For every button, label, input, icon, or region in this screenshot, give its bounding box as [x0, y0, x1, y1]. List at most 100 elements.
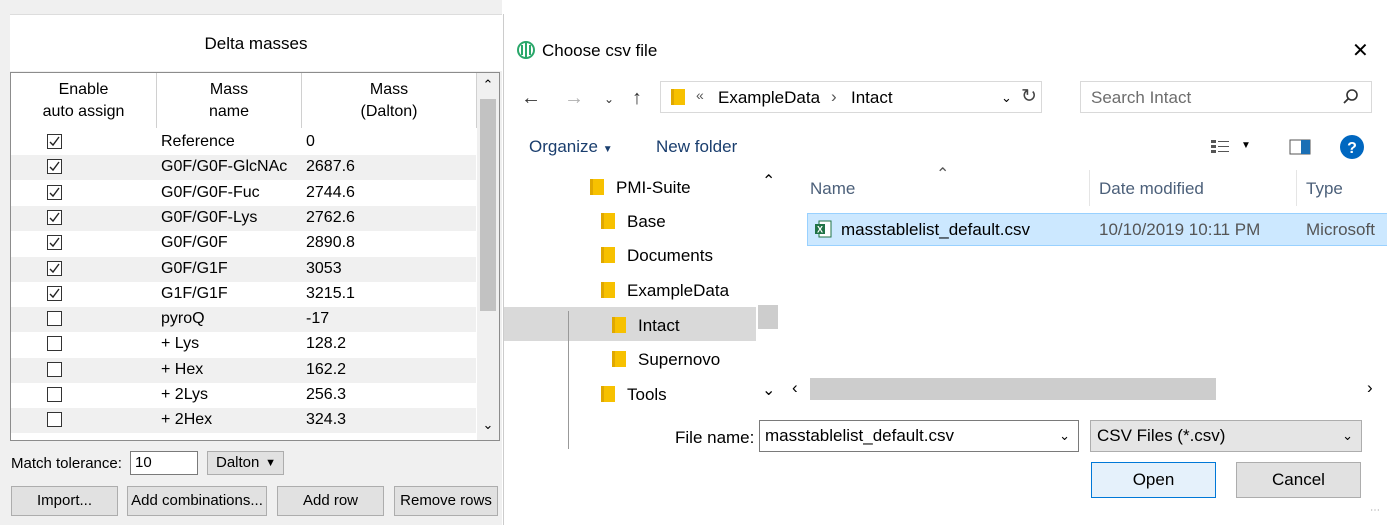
- match-tolerance-input[interactable]: 10: [130, 451, 198, 475]
- table-row[interactable]: pyroQ -17: [11, 307, 476, 333]
- mass-name-cell[interactable]: G0F/G0F-Lys: [161, 209, 257, 227]
- open-button[interactable]: Open: [1091, 462, 1216, 498]
- mass-name-cell[interactable]: pyroQ: [161, 310, 205, 328]
- column-header-enable[interactable]: Enable auto assign: [11, 73, 157, 128]
- tree-item-documents[interactable]: Documents: [601, 246, 713, 266]
- breadcrumb-exampledata[interactable]: ExampleData: [718, 88, 820, 108]
- table-row[interactable]: + Hex 162.2: [11, 357, 476, 383]
- enable-auto-assign-checkbox[interactable]: [47, 235, 62, 251]
- new-folder-button[interactable]: New folder: [656, 137, 737, 157]
- tree-item-tools[interactable]: Tools: [601, 385, 667, 405]
- mass-name-cell[interactable]: G0F/G1F: [161, 260, 228, 278]
- help-icon[interactable]: ?: [1339, 134, 1365, 160]
- up-arrow-icon[interactable]: ↑: [632, 87, 642, 110]
- enable-auto-assign-checkbox[interactable]: [47, 387, 62, 402]
- mass-value-cell[interactable]: 2744.6: [306, 184, 355, 202]
- scroll-down-arrow-icon[interactable]: ⌄: [477, 413, 499, 437]
- horizontal-scrollbar-thumb[interactable]: [810, 378, 1216, 400]
- scroll-up-arrow-icon[interactable]: ⌃: [477, 73, 499, 97]
- tree-scrollbar-thumb[interactable]: [758, 305, 778, 329]
- file-name-input[interactable]: masstablelist_default.csv ⌄: [759, 420, 1079, 452]
- table-row[interactable]: G0F/G0F 2890.8: [11, 231, 476, 256]
- remove-rows-button[interactable]: Remove rows: [394, 486, 498, 516]
- mass-value-cell[interactable]: 162.2: [306, 361, 346, 379]
- search-box[interactable]: Search Intact: [1080, 81, 1372, 113]
- mass-name-cell[interactable]: G0F/G0F: [161, 234, 228, 252]
- mass-name-cell[interactable]: G1F/G1F: [161, 285, 228, 303]
- recent-locations-chevron-icon[interactable]: ⌄: [604, 92, 614, 106]
- search-input[interactable]: Search Intact: [1091, 88, 1191, 108]
- table-row[interactable]: G1F/G1F 3215.1: [11, 282, 476, 307]
- tree-scroll-up-icon[interactable]: ⌃: [762, 171, 775, 191]
- scrollbar-thumb[interactable]: [480, 99, 496, 311]
- table-row[interactable]: G0F/G0F-Fuc 2744.6: [11, 181, 476, 206]
- address-dropdown-icon[interactable]: ⌄: [1001, 90, 1012, 106]
- tree-item-supernovo[interactable]: Supernovo: [612, 350, 720, 370]
- tree-scroll-down-icon[interactable]: ⌄: [762, 380, 775, 400]
- unit-dropdown[interactable]: Dalton ▼: [207, 451, 284, 475]
- refresh-icon[interactable]: ↻: [1021, 85, 1037, 108]
- organize-menu[interactable]: Organize ▼: [529, 137, 613, 157]
- mass-value-cell[interactable]: 3215.1: [306, 285, 355, 303]
- mass-name-cell[interactable]: + Hex: [161, 361, 203, 379]
- table-row[interactable]: Reference 0: [11, 130, 476, 155]
- search-icon[interactable]: [1343, 89, 1359, 105]
- file-type-select[interactable]: CSV Files (*.csv) ⌄: [1090, 420, 1362, 452]
- scroll-right-icon[interactable]: ›: [1367, 378, 1373, 398]
- close-icon[interactable]: ✕: [1352, 38, 1369, 63]
- mass-value-cell[interactable]: 2762.6: [306, 209, 355, 227]
- resize-grip-icon[interactable]: ⋯: [1370, 505, 1380, 516]
- enable-auto-assign-checkbox[interactable]: [47, 412, 62, 428]
- mass-value-cell[interactable]: 2687.6: [306, 158, 355, 176]
- enable-auto-assign-checkbox[interactable]: [47, 184, 62, 200]
- add-row-button[interactable]: Add row: [277, 486, 384, 516]
- table-row[interactable]: G0F/G0F-GlcNAc 2687.6: [11, 155, 476, 181]
- mass-value-cell[interactable]: 3053: [306, 260, 342, 278]
- enable-auto-assign-checkbox[interactable]: [47, 361, 62, 377]
- mass-value-cell[interactable]: 256.3: [306, 386, 346, 404]
- mass-value-cell[interactable]: -17: [306, 310, 329, 328]
- mass-name-cell[interactable]: G0F/G0F-Fuc: [161, 184, 260, 202]
- enable-auto-assign-checkbox[interactable]: [47, 209, 62, 225]
- mass-name-cell[interactable]: G0F/G0F-GlcNAc: [161, 158, 287, 176]
- preview-pane-icon[interactable]: [1289, 138, 1311, 156]
- cancel-button[interactable]: Cancel: [1236, 462, 1361, 498]
- mass-name-cell[interactable]: + 2Lys: [161, 386, 208, 404]
- back-arrow-icon[interactable]: ←: [521, 87, 541, 110]
- mass-value-cell[interactable]: 128.2: [306, 335, 346, 353]
- breadcrumb-intact[interactable]: Intact: [851, 88, 893, 108]
- address-bar[interactable]: « ExampleData › Intact ⌄ ↻: [660, 81, 1042, 113]
- enable-auto-assign-checkbox[interactable]: [47, 311, 62, 327]
- enable-auto-assign-checkbox[interactable]: [47, 134, 62, 149]
- column-name[interactable]: Name: [810, 179, 855, 199]
- table-row[interactable]: G0F/G0F-Lys 2762.6: [11, 205, 476, 231]
- table-row[interactable]: G0F/G1F 3053: [11, 256, 476, 282]
- tree-item-intact[interactable]: Intact: [612, 316, 680, 336]
- view-dropdown-icon[interactable]: ▼: [1241, 140, 1251, 151]
- mass-name-cell[interactable]: + Lys: [161, 335, 199, 353]
- tree-item-pmi-suite[interactable]: PMI-Suite: [590, 178, 691, 198]
- view-options-icon[interactable]: [1210, 138, 1230, 156]
- add-combinations-button[interactable]: Add combinations...: [127, 486, 267, 516]
- table-row[interactable]: + Lys 128.2: [11, 332, 476, 357]
- file-row[interactable]: X masstablelist_default.csv 10/10/2019 1…: [807, 213, 1387, 246]
- mass-name-cell[interactable]: + 2Hex: [161, 411, 212, 429]
- enable-auto-assign-checkbox[interactable]: [47, 159, 62, 175]
- tree-item-exampledata[interactable]: ExampleData: [601, 281, 729, 301]
- mass-value-cell[interactable]: 324.3: [306, 411, 346, 429]
- enable-auto-assign-checkbox[interactable]: [47, 285, 62, 301]
- mass-value-cell[interactable]: 2890.8: [306, 234, 355, 252]
- import-button[interactable]: Import...: [11, 486, 118, 516]
- column-header-name[interactable]: Mass name: [157, 73, 302, 128]
- column-date-modified[interactable]: Date modified: [1099, 179, 1204, 199]
- file-name-dropdown-icon[interactable]: ⌄: [1059, 421, 1070, 451]
- enable-auto-assign-checkbox[interactable]: [47, 260, 62, 276]
- mass-value-cell[interactable]: 0: [306, 133, 315, 151]
- table-row[interactable]: + 2Hex 324.3: [11, 408, 476, 434]
- table-scrollbar[interactable]: ⌃ ⌄: [477, 73, 499, 440]
- mass-name-cell[interactable]: Reference: [161, 133, 235, 151]
- column-header-mass[interactable]: Mass (Dalton): [302, 73, 477, 128]
- forward-arrow-icon[interactable]: →: [564, 87, 584, 110]
- tree-item-base[interactable]: Base: [601, 212, 666, 232]
- table-row[interactable]: + 2Lys 256.3: [11, 383, 476, 408]
